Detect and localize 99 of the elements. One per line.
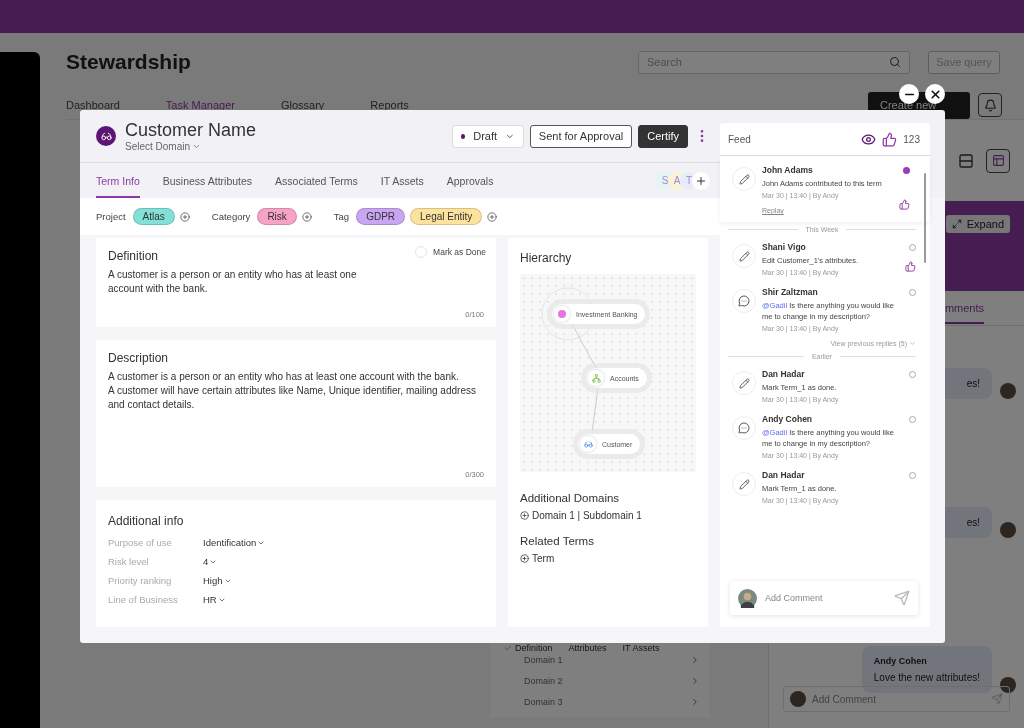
checkbox-label: Mark as Done	[433, 247, 486, 257]
entry-author: Shani Vigo	[762, 242, 807, 252]
panel-tab[interactable]: Attributes	[568, 643, 607, 653]
add-icon	[520, 511, 529, 520]
field-label: Purpose of use	[108, 537, 173, 548]
expand-icon	[951, 219, 962, 229]
field-select[interactable]: 4	[203, 556, 484, 567]
nav-tab[interactable]: Task Manager	[165, 99, 235, 111]
avatar	[738, 588, 757, 608]
tag: Atlas	[132, 208, 175, 225]
term-link[interactable]: Term	[520, 553, 696, 564]
status-dropdown[interactable]: Draft	[451, 124, 524, 148]
card-title: Definition	[108, 249, 159, 263]
layout-button[interactable]	[986, 148, 1010, 173]
check-icon	[504, 644, 512, 652]
term-icon	[96, 126, 116, 146]
chevron-down-icon	[192, 142, 202, 151]
close-button[interactable]	[925, 84, 945, 104]
domain-row[interactable]: Domain 3	[504, 691, 700, 712]
scrollbar[interactable]	[924, 173, 926, 263]
chevron-down-icon	[909, 340, 916, 347]
field-label: Risk level	[108, 556, 150, 567]
field-select[interactable]: Identification	[203, 537, 484, 548]
glasses-icon	[580, 436, 596, 452]
close-icon	[928, 87, 942, 101]
entry-author: Andy Cohen	[762, 414, 814, 424]
property-label: Category	[211, 211, 251, 222]
thumbs-up-icon[interactable]	[905, 261, 916, 272]
chevron-right-icon	[690, 675, 700, 686]
add-icon[interactable]	[301, 211, 312, 222]
tag: Legal Entity	[410, 208, 483, 225]
tab[interactable]: IT Assets	[380, 163, 424, 198]
plus-icon	[695, 174, 707, 187]
tag: GDPR	[356, 208, 406, 225]
like-count: 123	[903, 133, 920, 145]
definition-text: A customer is a person or an entity who has at least one account with the bank.	[108, 268, 358, 296]
comment-field[interactable]: Add Comment	[763, 592, 888, 604]
tab[interactable]: Associated Terms	[275, 163, 358, 198]
nav-tab[interactable]: Reports	[370, 99, 409, 111]
domain-select[interactable]: Select Domain	[125, 141, 452, 152]
card-title: Description	[108, 351, 169, 365]
add-icon[interactable]	[179, 211, 190, 222]
field-label: Priority ranking	[108, 575, 173, 586]
page-title: Stewardship	[66, 50, 192, 74]
bell-icon	[983, 98, 997, 112]
tab[interactable]: Business Attributes	[162, 163, 253, 198]
thumbs-up-icon[interactable]	[882, 131, 898, 147]
message-text: Love the new attributes!	[873, 672, 980, 683]
add-collaborator-button[interactable]	[692, 171, 710, 190]
nav-tab[interactable]: Dashboard	[66, 99, 120, 111]
feed-title: Feed	[728, 133, 752, 145]
field-label: Line of Business	[108, 594, 179, 605]
panel-tab[interactable]: IT Assets	[622, 643, 660, 653]
domain-row[interactable]: Domain 2	[504, 670, 700, 691]
notification-button[interactable]	[978, 93, 1002, 117]
mark-done-checkbox[interactable]	[415, 246, 428, 258]
entry-author: Shir Zaltzman	[762, 287, 819, 297]
chevron-right-icon	[690, 696, 700, 707]
thumbs-up-icon[interactable]	[899, 199, 910, 210]
search-icon	[889, 56, 901, 68]
section-title: Related Terms	[520, 535, 595, 547]
description-text: A customer will have certain attributes like Name, Unique identifier, mailing address and contact details.	[108, 384, 477, 412]
network-icon	[588, 370, 604, 386]
description-text: A customer is a person or an entity who has at least one account with the bank.	[108, 370, 460, 384]
chevron-right-icon	[690, 654, 700, 665]
card-title: Hierarchy	[520, 251, 572, 265]
add-icon	[520, 554, 529, 563]
eye-icon[interactable]	[861, 131, 877, 147]
entry-author: John Adams	[762, 165, 814, 175]
avatar	[1000, 522, 1016, 538]
property-label: Project	[96, 211, 126, 222]
tag: Risk	[257, 208, 297, 225]
entry-author: Dan Hadar	[762, 470, 806, 480]
tab[interactable]: Approvals	[446, 163, 494, 198]
card-title: Additional info	[108, 514, 184, 528]
section-title: Additional Domains	[520, 492, 621, 504]
add-icon[interactable]	[487, 211, 498, 222]
status-dot	[460, 133, 466, 139]
avatar	[790, 691, 806, 707]
action-button[interactable]: Certify	[638, 124, 688, 148]
nav-tab[interactable]: Glossary	[280, 99, 325, 111]
property-label: Tag	[333, 211, 350, 222]
domain-icon	[554, 306, 570, 322]
domain-link[interactable]: Domain 1 | Subdomain 1	[520, 510, 696, 521]
rows-icon[interactable]	[958, 152, 974, 169]
avatar	[1000, 677, 1016, 693]
entry-author: Dan Hadar	[762, 369, 806, 379]
field-select[interactable]: HR	[203, 594, 484, 605]
panel-tab[interactable]: Definition	[504, 643, 553, 653]
action-button[interactable]: Sent for Approval	[529, 124, 633, 148]
term-title: Customer Name	[125, 120, 258, 141]
field-select[interactable]: High	[203, 575, 484, 586]
message-text: es!	[965, 378, 980, 389]
avatar	[1000, 383, 1016, 399]
send-icon	[991, 693, 1003, 705]
layout-icon	[991, 154, 1005, 167]
expand-button[interactable]: Expand	[945, 215, 1010, 233]
message-author: Andy Cohen	[873, 656, 928, 666]
message-text: es!	[965, 517, 980, 528]
